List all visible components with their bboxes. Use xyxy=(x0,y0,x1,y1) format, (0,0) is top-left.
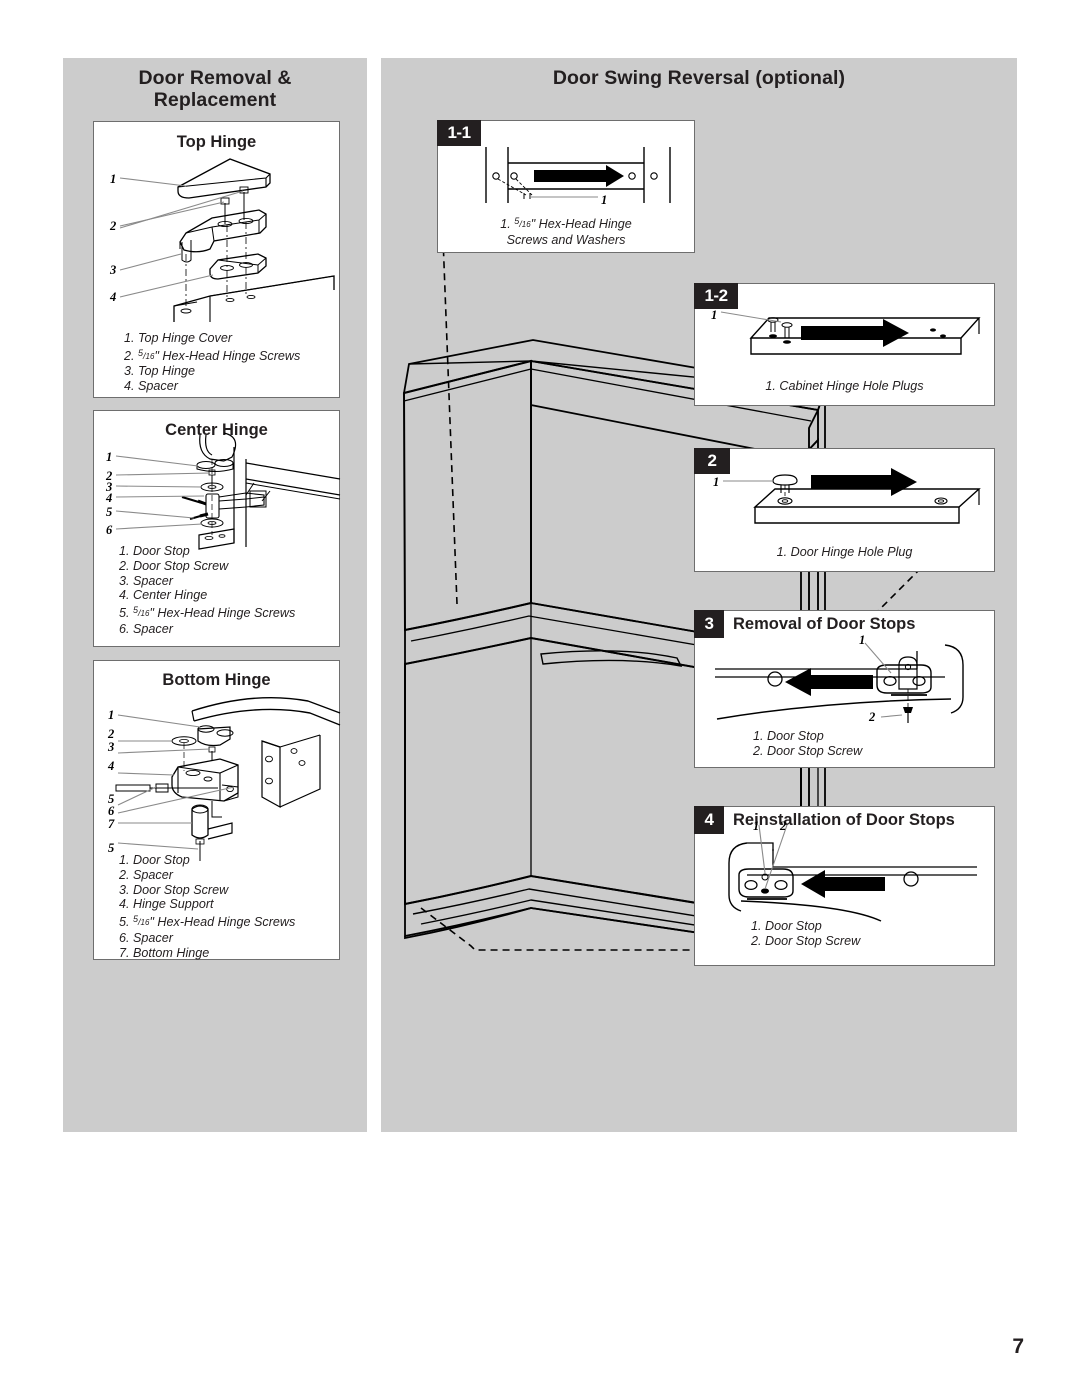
panel-2-caption: 1. Door Hinge Hole Plug xyxy=(695,545,994,560)
manual-page: Door Removal & Replacement Door Swing Re… xyxy=(0,0,1080,1397)
caption-line: 1. Door Stop xyxy=(119,853,190,867)
caption-line: 4. Center Hinge xyxy=(119,588,208,603)
caption-line: 1. Cabinet Hinge Hole Plugs xyxy=(765,379,924,393)
panel-3: 3 Removal of Door Stops 1 2 1. Door Stop… xyxy=(694,610,995,768)
callout-1: 1 xyxy=(601,193,608,207)
callout-4: 4 xyxy=(108,759,115,773)
panel-4: 4 Reinstallation of Door Stops 1 2 1. Do… xyxy=(694,806,995,966)
bottom-hinge-title: Bottom Hinge xyxy=(162,671,271,689)
caption-line: 5. 5/16" Hex-Head Hinge Screws xyxy=(119,605,296,621)
panel-1-1-badge: 1-1 xyxy=(437,120,481,146)
caption-line: 2. 5/16" Hex-Head Hinge Screws xyxy=(124,347,301,363)
caption-line: 1. Top Hinge Cover xyxy=(124,331,233,345)
top-hinge-caption: 1. Top Hinge Cover 2. 5/16" Hex-Head Hin… xyxy=(124,331,300,394)
panel-4-title: Reinstallation of Door Stops xyxy=(733,811,955,829)
callout-1: 1 xyxy=(859,633,866,647)
caption-line: 3. Door Stop Screw xyxy=(119,882,229,897)
caption-line: 2. Spacer xyxy=(119,867,173,882)
callout-1: 1 xyxy=(711,308,718,322)
bottom-hinge-caption: 1. Door Stop 2. Spacer 3. Door Stop Scre… xyxy=(119,853,295,960)
panel-1-2: 1-2 1 1. Cabinet Hinge Hole Plugs xyxy=(694,283,995,406)
callout-4: 4 xyxy=(110,290,117,304)
callout-2: 2 xyxy=(780,819,787,833)
caption-line: 6. Spacer xyxy=(119,930,173,945)
callout-1: 1 xyxy=(753,819,760,833)
panel-4-caption: 1. Door Stop 2. Door Stop Screw xyxy=(751,919,860,949)
caption-line: 1. Door Stop xyxy=(753,729,824,743)
panel-3-badge: 3 xyxy=(694,610,724,638)
callout-3: 3 xyxy=(108,740,115,754)
panel-2-diagram xyxy=(723,468,981,524)
callout-1: 1 xyxy=(106,450,113,464)
center-hinge-diagram xyxy=(115,432,341,550)
panel-1-1: 1-1 1 1. 5/16" Hex-Head Hinge Screws and… xyxy=(437,120,695,253)
caption-line: 2. Door Stop Screw xyxy=(119,558,229,573)
caption-line: 1. 5/16" Hex-Head Hinge xyxy=(500,216,632,231)
callout-2: 2 xyxy=(110,219,117,233)
caption-line: 2. Door Stop Screw xyxy=(751,933,861,948)
callout-6: 6 xyxy=(106,523,113,537)
page-number: 7 xyxy=(1012,1335,1024,1358)
caption-line: 1. Door Stop xyxy=(119,544,190,558)
caption-line: 1. Door Hinge Hole Plug xyxy=(776,545,913,559)
callout-3: 3 xyxy=(110,263,117,277)
callout-1: 1 xyxy=(713,475,720,489)
callout-1: 1 xyxy=(108,708,115,722)
callout-1: 1 xyxy=(110,172,117,186)
callout-5: 5 xyxy=(106,505,113,519)
center-hinge-caption: 1. Door Stop 2. Door Stop Screw 3. Space… xyxy=(119,544,295,637)
bottom-hinge-diagram xyxy=(115,696,341,861)
callout-7: 7 xyxy=(108,817,115,831)
top-hinge-diagram xyxy=(119,158,335,322)
center-hinge-box: Center Hinge 1 2 3 4 5 6 1. Door Stop 2.… xyxy=(93,410,341,647)
left-column-heading: Door Removal & Replacement xyxy=(63,67,367,112)
caption-line: 6. Spacer xyxy=(119,621,173,636)
panel-4-diagram xyxy=(728,824,977,922)
caption-line: 4. Spacer xyxy=(124,379,178,394)
caption-line: 3. Top Hinge xyxy=(124,364,195,379)
bottom-hinge-box: Bottom Hinge 1 2 3 4 5 6 7 5 1. Door Sto… xyxy=(93,660,341,960)
center-hinge-title: Center Hinge xyxy=(165,421,268,439)
panel-1-2-diagram xyxy=(720,311,981,355)
panel-3-caption: 1. Door Stop 2. Door Stop Screw xyxy=(753,729,862,759)
caption-line: 1. Door Stop xyxy=(751,919,822,933)
caption-line: 2. Door Stop Screw xyxy=(753,743,863,758)
top-hinge-box: Top Hinge 1 2 3 4 1. Top Hinge Cover 2. … xyxy=(93,121,340,398)
caption-line: 7. Bottom Hinge xyxy=(119,945,210,960)
left-heading-line2: Replacement xyxy=(153,88,277,111)
callout-5b: 5 xyxy=(108,841,115,855)
panel-2: 2 1 1. Door Hinge Hole Plug xyxy=(694,448,995,572)
panel-1-1-diagram xyxy=(485,147,671,203)
panel-3-title: Removal of Door Stops xyxy=(733,615,916,633)
caption-line: 4. Hinge Support xyxy=(119,897,214,912)
top-hinge-title: Top Hinge xyxy=(176,133,257,151)
panel-3-diagram xyxy=(715,642,964,723)
panel-1-1-caption: 1. 5/16" Hex-Head Hinge Screws and Washe… xyxy=(438,214,694,247)
panel-1-2-caption: 1. Cabinet Hinge Hole Plugs xyxy=(695,379,994,394)
left-heading-line1: Door Removal & xyxy=(138,67,292,89)
panel-4-badge: 4 xyxy=(694,806,724,834)
callout-4: 4 xyxy=(106,491,113,505)
caption-line: Screws and Washers xyxy=(506,232,626,247)
callout-2: 2 xyxy=(869,710,876,724)
caption-line: 3. Spacer xyxy=(119,573,173,588)
caption-line: 5. 5/16" Hex-Head Hinge Screws xyxy=(119,914,296,930)
